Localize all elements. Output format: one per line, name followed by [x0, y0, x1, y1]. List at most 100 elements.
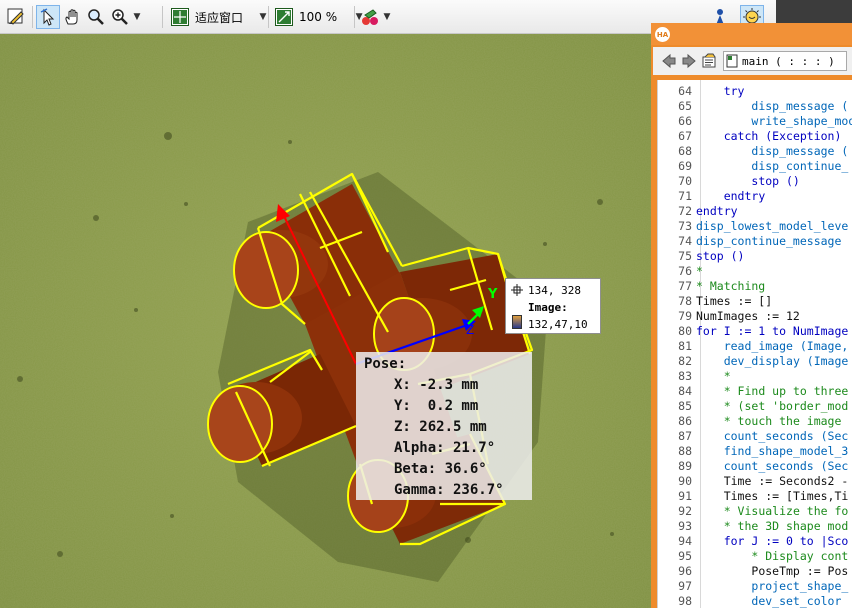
code-line[interactable]: 77 * Matching	[658, 279, 852, 294]
line-number: 70	[678, 174, 692, 188]
code-text: Times := []	[696, 294, 773, 308]
code-line[interactable]: 96 PoseTmp := Pos	[658, 564, 852, 579]
color-tool-group[interactable]: ▼	[358, 4, 392, 30]
color-dropdown-caret[interactable]: ▼	[382, 5, 392, 29]
pencil-edit-icon[interactable]	[4, 5, 28, 29]
line-number: 79	[678, 309, 692, 323]
line-number: 83	[678, 369, 692, 383]
zoom-dropdown-caret[interactable]: ▼	[132, 5, 142, 29]
magnifier-icon[interactable]	[84, 5, 108, 29]
code-text: disp_continue_	[751, 159, 849, 173]
code-text: count_seconds (Sec	[723, 429, 849, 443]
line-number: 81	[678, 339, 692, 353]
program-window-titlebar[interactable]: HA	[651, 23, 852, 45]
code-line[interactable]: 74 disp_continue_message	[658, 234, 852, 249]
code-line[interactable]: 82 dev_display (Image	[658, 354, 852, 369]
procedure-list-icon[interactable]	[699, 50, 719, 72]
code-line[interactable]: 66 write_shape_mod	[658, 114, 852, 129]
zoom-percent-control[interactable]: 100 % ▼	[272, 4, 364, 30]
edit-tool-group: ▼	[4, 4, 142, 30]
code-line[interactable]: 93 * the 3D shape mod	[658, 519, 852, 534]
pixel-color-swatch	[512, 315, 522, 329]
code-line[interactable]: 88 find_shape_model_3	[658, 444, 852, 459]
code-text: for I := 1 to NumImage	[696, 324, 849, 338]
code-line[interactable]: 89 count_seconds (Sec	[658, 459, 852, 474]
code-line[interactable]: 68 disp_message (	[658, 144, 852, 159]
program-editor[interactable]: 64 try 65 disp_message (66 write_shape_mo…	[657, 80, 852, 608]
line-number: 91	[678, 489, 692, 503]
line-number: 87	[678, 429, 692, 443]
code-text: find_shape_model_3	[723, 444, 849, 458]
code-line[interactable]: 67 catch (Exception)	[658, 129, 852, 144]
line-number: 73	[678, 219, 692, 233]
code-line[interactable]: 84 * Find up to three	[658, 384, 852, 399]
code-text: endtry	[723, 189, 766, 203]
code-text: disp_continue_message	[696, 234, 842, 248]
code-line[interactable]: 91 Times := [Times,Ti	[658, 489, 852, 504]
code-line[interactable]: 97 project_shape_	[658, 579, 852, 594]
code-line[interactable]: 80 for I := 1 to NumImage	[658, 324, 852, 339]
code-line[interactable]: 76 *	[658, 264, 852, 279]
back-arrow-icon[interactable]	[659, 50, 679, 72]
pixel-info-tooltip: 134, 328 Image: 132,47,10	[505, 278, 601, 334]
line-number: 92	[678, 504, 692, 518]
z-axis-label: Z	[466, 323, 474, 337]
fit-window-icon[interactable]	[168, 5, 192, 29]
code-line[interactable]: 69 disp_continue_	[658, 159, 852, 174]
zoom-in-icon[interactable]	[108, 5, 132, 29]
code-line[interactable]: 71 endtry	[658, 189, 852, 204]
code-text: read_image (Image,	[723, 339, 849, 353]
code-text: stop ()	[751, 174, 800, 188]
code-text: try	[723, 84, 745, 98]
code-line[interactable]: 86 * touch the image	[658, 414, 852, 429]
zoom-fit-dropdown-caret[interactable]: ▼	[258, 5, 268, 29]
code-line[interactable]: 78 Times := []	[658, 294, 852, 309]
zoom-fit-control[interactable]: 适应窗口 ▼	[168, 4, 268, 30]
line-number: 90	[678, 474, 692, 488]
pose-y: Y: 0.2 mm	[394, 398, 479, 414]
pose-gamma: Gamma: 236.7°	[394, 482, 504, 498]
code-text: * Display cont	[751, 549, 849, 563]
code-line[interactable]: 95 * Display cont	[658, 549, 852, 564]
zoom-scale-icon[interactable]	[272, 5, 296, 29]
color-paint-icon[interactable]	[358, 5, 382, 29]
forward-arrow-icon[interactable]	[679, 50, 699, 72]
pose-x: X: -2.3 mm	[394, 377, 479, 393]
code-line[interactable]: 75 stop ()	[658, 249, 852, 264]
line-number: 75	[678, 249, 692, 263]
code-line[interactable]: 79 NumImages := 12	[658, 309, 852, 324]
code-line[interactable]: 87 count_seconds (Sec	[658, 429, 852, 444]
code-line[interactable]: 94 for J := 0 to |Sco	[658, 534, 852, 549]
code-text: disp_message (	[751, 99, 849, 113]
code-line[interactable]: 90 Time := Seconds2 -	[658, 474, 852, 489]
program-window[interactable]: HA main ( : : : ) 64 try 65 disp_message …	[651, 23, 852, 608]
code-line[interactable]: 64 try	[658, 84, 852, 99]
code-line[interactable]: 65 disp_message (	[658, 99, 852, 114]
code-line[interactable]: 83 *	[658, 369, 852, 384]
code-text: * (set 'border_mod	[723, 399, 849, 413]
code-line[interactable]: 81 read_image (Image,	[658, 339, 852, 354]
code-line[interactable]: 70 stop ()	[658, 174, 852, 189]
procedure-select[interactable]: main ( : : : )	[723, 51, 847, 71]
pan-hand-icon[interactable]	[60, 5, 84, 29]
graphics-window[interactable]: Y Z Pose: X: -2.3 mm Y: 0.2 mm Z: 262.5 …	[0, 34, 652, 608]
code-line[interactable]: 98 dev_set_color	[658, 594, 852, 608]
line-number: 89	[678, 459, 692, 473]
line-number: 93	[678, 519, 692, 533]
code-line[interactable]: 73 disp_lowest_model_leve	[658, 219, 852, 234]
code-line[interactable]: 85 * (set 'border_mod	[658, 399, 852, 414]
code-line[interactable]: 92 * Visualize the fo	[658, 504, 852, 519]
line-number: 69	[678, 159, 692, 173]
pointer-arrow-icon[interactable]	[36, 5, 60, 29]
code-text: for J := 0 to |Sco	[723, 534, 849, 548]
code-line[interactable]: 72 endtry	[658, 204, 852, 219]
